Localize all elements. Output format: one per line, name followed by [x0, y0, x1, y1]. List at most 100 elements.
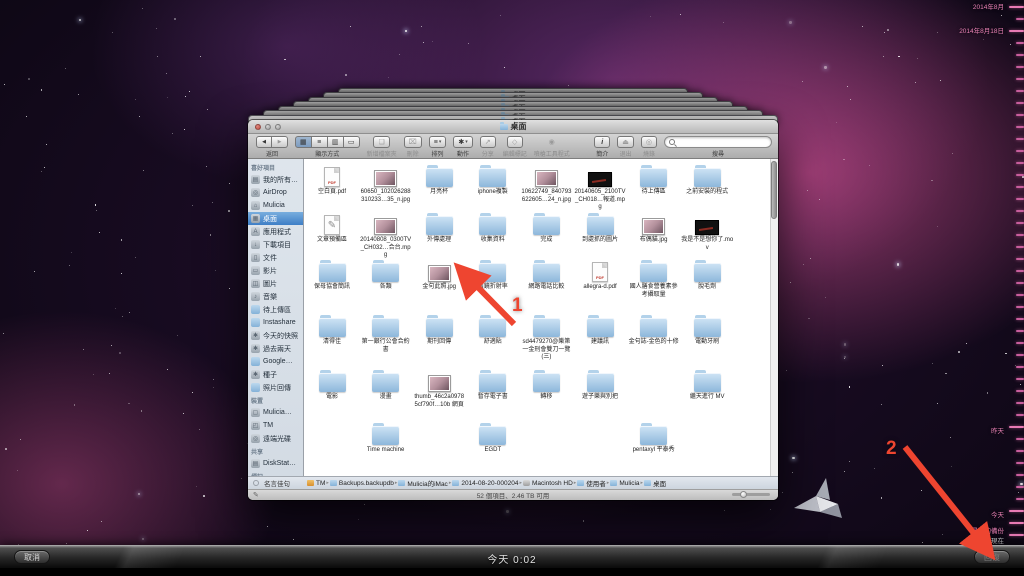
- sidebar-item-folder[interactable]: 照片回傳: [248, 381, 303, 394]
- scrollbar[interactable]: [770, 159, 778, 476]
- file-item[interactable]: 金句誌-金色的十修: [628, 311, 680, 347]
- file-item[interactable]: 電影: [306, 366, 358, 402]
- timeline-tick[interactable]: [1016, 294, 1024, 296]
- file-item[interactable]: 完成: [520, 209, 572, 245]
- back-button[interactable]: ◀: [256, 136, 272, 148]
- file-item[interactable]: 金句此照.jpg: [413, 256, 465, 292]
- timeline-tick[interactable]: [1009, 30, 1024, 32]
- sidebar-item-computer[interactable]: ▢Mulicia…: [248, 406, 303, 419]
- sidebar-item-movies[interactable]: ▭影片: [248, 264, 303, 277]
- path-segment[interactable]: 使用者: [577, 478, 606, 488]
- info-button[interactable]: i: [594, 136, 610, 148]
- sidebar-item-server[interactable]: ▤DiskStat…: [248, 457, 303, 470]
- file-item[interactable]: 文章預備區: [306, 209, 358, 245]
- timeline-tick[interactable]: [1016, 318, 1024, 320]
- sidebar-item-smart-folder[interactable]: ✱種子: [248, 368, 303, 381]
- file-item[interactable]: iphone複製: [467, 161, 519, 197]
- file-item[interactable]: 月亮杯: [413, 161, 465, 197]
- file-item[interactable]: sd4479270@樂第一金刑會雙刀一覽(三): [520, 311, 572, 362]
- sidebar-item-documents[interactable]: ▯文件: [248, 251, 303, 264]
- file-item[interactable]: 漫畫: [360, 366, 412, 402]
- file-item[interactable]: 布偶貓.jpg: [628, 209, 680, 245]
- file-item[interactable]: 網路電話比較: [520, 256, 572, 292]
- path-segment[interactable]: Backups.backupdb: [330, 480, 394, 487]
- restore-button[interactable]: 回復: [974, 550, 1010, 564]
- file-item[interactable]: 期刊回傳: [413, 311, 465, 347]
- timeline-tick[interactable]: [1016, 402, 1024, 404]
- timeline-tick[interactable]: [1016, 90, 1024, 92]
- file-item[interactable]: 60650_102026288310233…35_n.jpg: [360, 161, 412, 204]
- timeline-tick[interactable]: [1016, 174, 1024, 176]
- arrange-button[interactable]: ≡▾: [429, 136, 447, 148]
- edit-pencil-icon[interactable]: ✎: [253, 491, 259, 499]
- sidebar-item-home[interactable]: ⌂Mulicia: [248, 199, 303, 212]
- file-item[interactable]: 10622749_840793622605…24_n.jpg: [520, 161, 572, 204]
- file-item[interactable]: 我是不是想你了.mov: [681, 209, 733, 252]
- timeline-tick[interactable]: [1016, 270, 1024, 272]
- file-item[interactable]: 轉移: [520, 366, 572, 402]
- sidebar-item-applications[interactable]: A應用程式: [248, 225, 303, 238]
- timeline-tick[interactable]: [1009, 6, 1024, 8]
- sidebar-item-disc[interactable]: ◎遠端光碟: [248, 432, 303, 445]
- sidebar-item-folder[interactable]: Google…: [248, 355, 303, 368]
- timeline-tick[interactable]: [1016, 306, 1024, 308]
- close-button[interactable]: [255, 124, 261, 130]
- timeline-tick[interactable]: [1016, 78, 1024, 80]
- path-segment[interactable]: Mulicia: [610, 480, 639, 487]
- timeline-tick[interactable]: [1016, 54, 1024, 56]
- file-item[interactable]: 待上傳區: [628, 161, 680, 197]
- path-segment[interactable]: 2014-08-20-000204: [452, 480, 518, 487]
- sidebar-item-pictures[interactable]: ◫圖片: [248, 277, 303, 290]
- file-item[interactable]: 繼天進行 MV: [681, 366, 733, 402]
- file-item[interactable]: 第一銀行公會合約書: [360, 311, 412, 354]
- timeline-tick[interactable]: [1016, 354, 1024, 356]
- share-button[interactable]: ↗: [480, 136, 496, 148]
- timeline-tick[interactable]: [1009, 510, 1024, 512]
- scrollbar-thumb[interactable]: [771, 161, 777, 219]
- timeline-tick[interactable]: [1016, 234, 1024, 236]
- sidebar-item-desktop[interactable]: ▦桌面: [248, 212, 303, 225]
- path-segment[interactable]: Mulicia的iMac: [398, 478, 447, 488]
- timeline-tick[interactable]: [1016, 66, 1024, 68]
- file-item[interactable]: 保母協會簡訊: [306, 256, 358, 292]
- timeline-tick[interactable]: [1016, 114, 1024, 116]
- file-item[interactable]: 脫毛劑: [681, 256, 733, 292]
- icon-view-button[interactable]: ▦: [295, 136, 312, 148]
- utility-button[interactable]: ◉: [544, 136, 560, 148]
- file-item[interactable]: 暫存電子書: [467, 366, 519, 402]
- list-view-button[interactable]: ≡: [312, 136, 328, 148]
- timeline-tick[interactable]: [1016, 450, 1024, 452]
- file-item[interactable]: 電動牙刷: [681, 311, 733, 347]
- sidebar-item-smart-folder[interactable]: ✱過去兩天: [248, 342, 303, 355]
- eject-button[interactable]: ⏏: [617, 136, 634, 148]
- file-item[interactable]: 眼鏡折射率: [467, 256, 519, 292]
- file-item[interactable]: 遊子樂與別把: [574, 366, 626, 402]
- file-item[interactable]: 外傳處理: [413, 209, 465, 245]
- window-titlebar[interactable]: 桌面: [248, 120, 778, 134]
- slider-knob[interactable]: [740, 491, 747, 498]
- file-item[interactable]: 20140808_0300TV_CH032…合台.mpg: [360, 209, 412, 260]
- sidebar-item-folder[interactable]: Instashare: [248, 316, 303, 329]
- timeline-tick[interactable]: [1016, 246, 1024, 248]
- file-item[interactable]: Time machine: [360, 419, 412, 455]
- file-item[interactable]: thumb_46c2a09785cf790f…10b 網頁: [413, 366, 465, 409]
- sidebar-item-folder[interactable]: 待上傳區: [248, 303, 303, 316]
- timeline-tick[interactable]: [1016, 366, 1024, 368]
- path-segment[interactable]: TM: [307, 480, 325, 487]
- timeline-tick[interactable]: [1016, 222, 1024, 224]
- sidebar-item-smart-folder[interactable]: ✱今天的快照: [248, 329, 303, 342]
- timeline-tick[interactable]: [1016, 438, 1024, 440]
- file-item[interactable]: EGDT: [467, 419, 519, 455]
- search-input[interactable]: [677, 139, 767, 146]
- delete-button[interactable]: ⌧: [404, 136, 422, 148]
- timeline-tick[interactable]: [1016, 282, 1024, 284]
- burn-button[interactable]: ◎: [641, 136, 657, 148]
- sidebar-item-music[interactable]: ♪音樂: [248, 290, 303, 303]
- timeline-tick[interactable]: [1016, 150, 1024, 152]
- timeline-tick[interactable]: [1016, 414, 1024, 416]
- timeline-tick[interactable]: [1016, 474, 1024, 476]
- icon-size-slider[interactable]: [732, 493, 770, 496]
- timeline-tick[interactable]: [1016, 186, 1024, 188]
- file-item[interactable]: 空白頁.pdf: [306, 161, 358, 197]
- sidebar-item-disk[interactable]: ◰TM: [248, 419, 303, 432]
